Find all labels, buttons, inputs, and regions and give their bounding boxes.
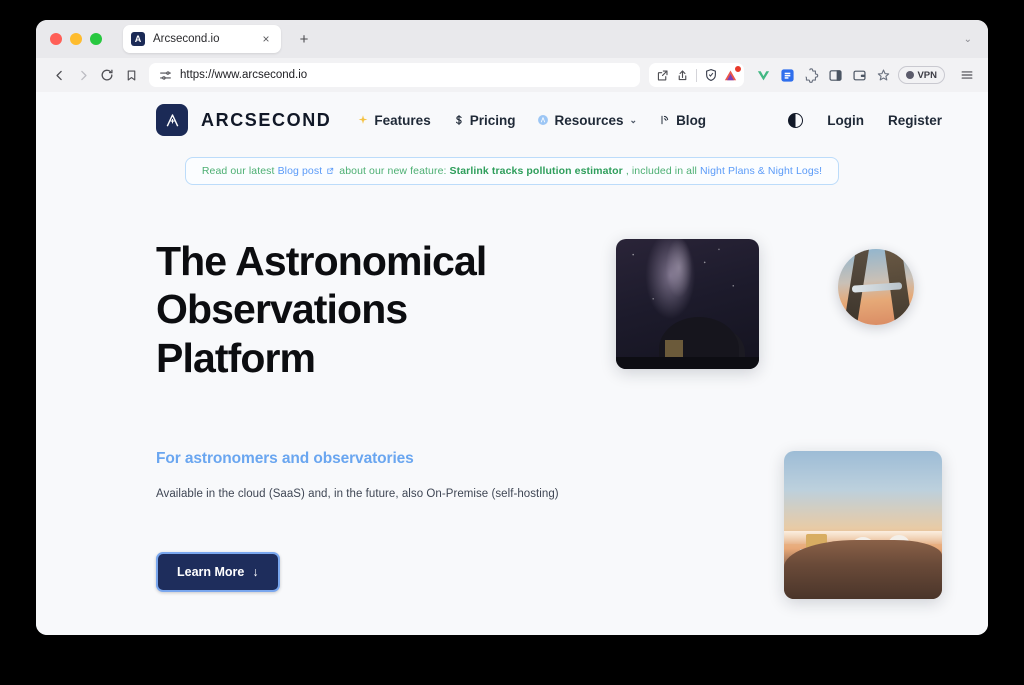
nav-label: Features — [374, 113, 430, 128]
dome-window-shape — [665, 340, 684, 357]
builtin-extension-group — [649, 63, 744, 87]
extension-icons — [755, 67, 892, 84]
sparkle-icon — [357, 114, 369, 126]
ground-shape — [616, 357, 759, 369]
nav-label: Blog — [676, 113, 706, 128]
dollar-icon — [453, 114, 465, 126]
dark-mode-toggle-icon[interactable] — [788, 113, 803, 128]
circle-badge-icon — [537, 114, 549, 126]
site-navigation: ARCSECOND Features Pricing — [36, 92, 988, 148]
menu-icon[interactable] — [956, 64, 978, 86]
milky-way-observatory-photo — [616, 239, 759, 369]
maximize-window-button[interactable] — [90, 33, 102, 45]
mountain-ridge-shape — [784, 540, 942, 599]
external-link-icon — [326, 167, 334, 175]
vue-devtools-icon[interactable] — [755, 67, 772, 84]
vpn-status-icon — [906, 71, 914, 79]
nav-item-pricing[interactable]: Pricing — [453, 113, 516, 128]
headline-line-2: Observations — [156, 285, 586, 333]
rss-icon — [659, 114, 671, 126]
brand-name: ARCSECOND — [201, 110, 331, 131]
browser-window: A Arcsecond.io × + ⌄ https://www.arcseco… — [36, 20, 988, 635]
split-view-icon[interactable] — [827, 67, 844, 84]
register-link[interactable]: Register — [888, 113, 942, 128]
hero-subheading: For astronomers and observatories — [156, 450, 586, 468]
arrow-down-icon: ↓ — [252, 565, 258, 579]
reload-button[interactable] — [96, 64, 118, 86]
announcement-banner-wrap: Read our latest Blog post about our new … — [36, 157, 988, 185]
browser-toolbar: https://www.arcsecond.io — [36, 58, 988, 92]
tab-strip: A Arcsecond.io × + ⌄ — [36, 20, 988, 58]
banner-feature: Starlink tracks pollution estimator — [450, 165, 623, 177]
banner-tail: , included in all — [626, 165, 697, 177]
banner-lead: Read our latest — [202, 165, 275, 177]
close-window-button[interactable] — [50, 33, 62, 45]
browser-tab[interactable]: A Arcsecond.io × — [123, 25, 281, 53]
banner-mid: about our new feature: — [339, 165, 446, 177]
headline-line-1: The Astronomical — [156, 237, 586, 285]
hero-section: The Astronomical Observations Platform F… — [36, 185, 988, 592]
star-extension-icon[interactable] — [875, 67, 892, 84]
banner-plans-link[interactable]: Night Plans & Night Logs! — [700, 165, 822, 177]
hero-description: Available in the cloud (SaaS) and, in th… — [156, 488, 586, 500]
url-text: https://www.arcsecond.io — [180, 69, 307, 81]
nav-right-actions: Login Register — [788, 113, 942, 128]
forward-button[interactable] — [72, 64, 94, 86]
mauna-kea-observatories-photo — [784, 451, 942, 599]
new-tab-button[interactable]: + — [295, 30, 313, 48]
notification-badge — [734, 65, 742, 73]
page-content: ARCSECOND Features Pricing — [36, 92, 988, 635]
brand-mark-icon — [156, 104, 188, 136]
address-bar[interactable]: https://www.arcsecond.io — [149, 63, 640, 87]
window-controls — [50, 33, 102, 45]
tab-title: Arcsecond.io — [153, 33, 259, 45]
telescope-dome-sunset-photo — [838, 249, 914, 325]
alert-extension-icon[interactable] — [722, 67, 739, 84]
favicon: A — [131, 32, 145, 46]
brand-logo[interactable]: ARCSECOND — [156, 104, 331, 136]
headline-line-3: Platform — [156, 334, 586, 382]
vpn-label: VPN — [917, 70, 937, 81]
shield-icon[interactable] — [702, 67, 719, 84]
nav-item-resources[interactable]: Resources ⌄ — [537, 113, 637, 128]
nav-item-blog[interactable]: Blog — [659, 113, 706, 128]
nav-item-features[interactable]: Features — [357, 113, 430, 128]
toolbar-divider — [696, 69, 697, 82]
puzzle-extension-icon[interactable] — [803, 67, 820, 84]
learn-more-label: Learn More — [177, 565, 244, 579]
banner-blog-link[interactable]: Blog post — [278, 165, 323, 177]
vpn-button[interactable]: VPN — [898, 66, 945, 84]
chevron-down-icon: ⌄ — [630, 115, 638, 126]
bookmark-icon[interactable] — [120, 64, 142, 86]
close-tab-button[interactable]: × — [259, 32, 273, 46]
tab-list-chevron-icon[interactable]: ⌄ — [964, 34, 972, 45]
login-link[interactable]: Login — [827, 113, 864, 128]
share-icon[interactable] — [674, 67, 691, 84]
editor-extension-icon[interactable] — [779, 67, 796, 84]
site-settings-icon[interactable] — [158, 68, 172, 82]
learn-more-button[interactable]: Learn More ↓ — [156, 552, 280, 592]
hero-images — [616, 237, 942, 537]
nav-links: Features Pricing Resources ⌄ — [357, 113, 706, 128]
announcement-banner[interactable]: Read our latest Blog post about our new … — [185, 157, 839, 185]
open-in-new-icon[interactable] — [654, 67, 671, 84]
back-button[interactable] — [48, 64, 70, 86]
hero-copy: The Astronomical Observations Platform F… — [156, 237, 586, 592]
page-title: The Astronomical Observations Platform — [156, 237, 586, 382]
minimize-window-button[interactable] — [70, 33, 82, 45]
nav-label: Resources — [554, 113, 623, 128]
nav-label: Pricing — [470, 113, 516, 128]
wallet-extension-icon[interactable] — [851, 67, 868, 84]
